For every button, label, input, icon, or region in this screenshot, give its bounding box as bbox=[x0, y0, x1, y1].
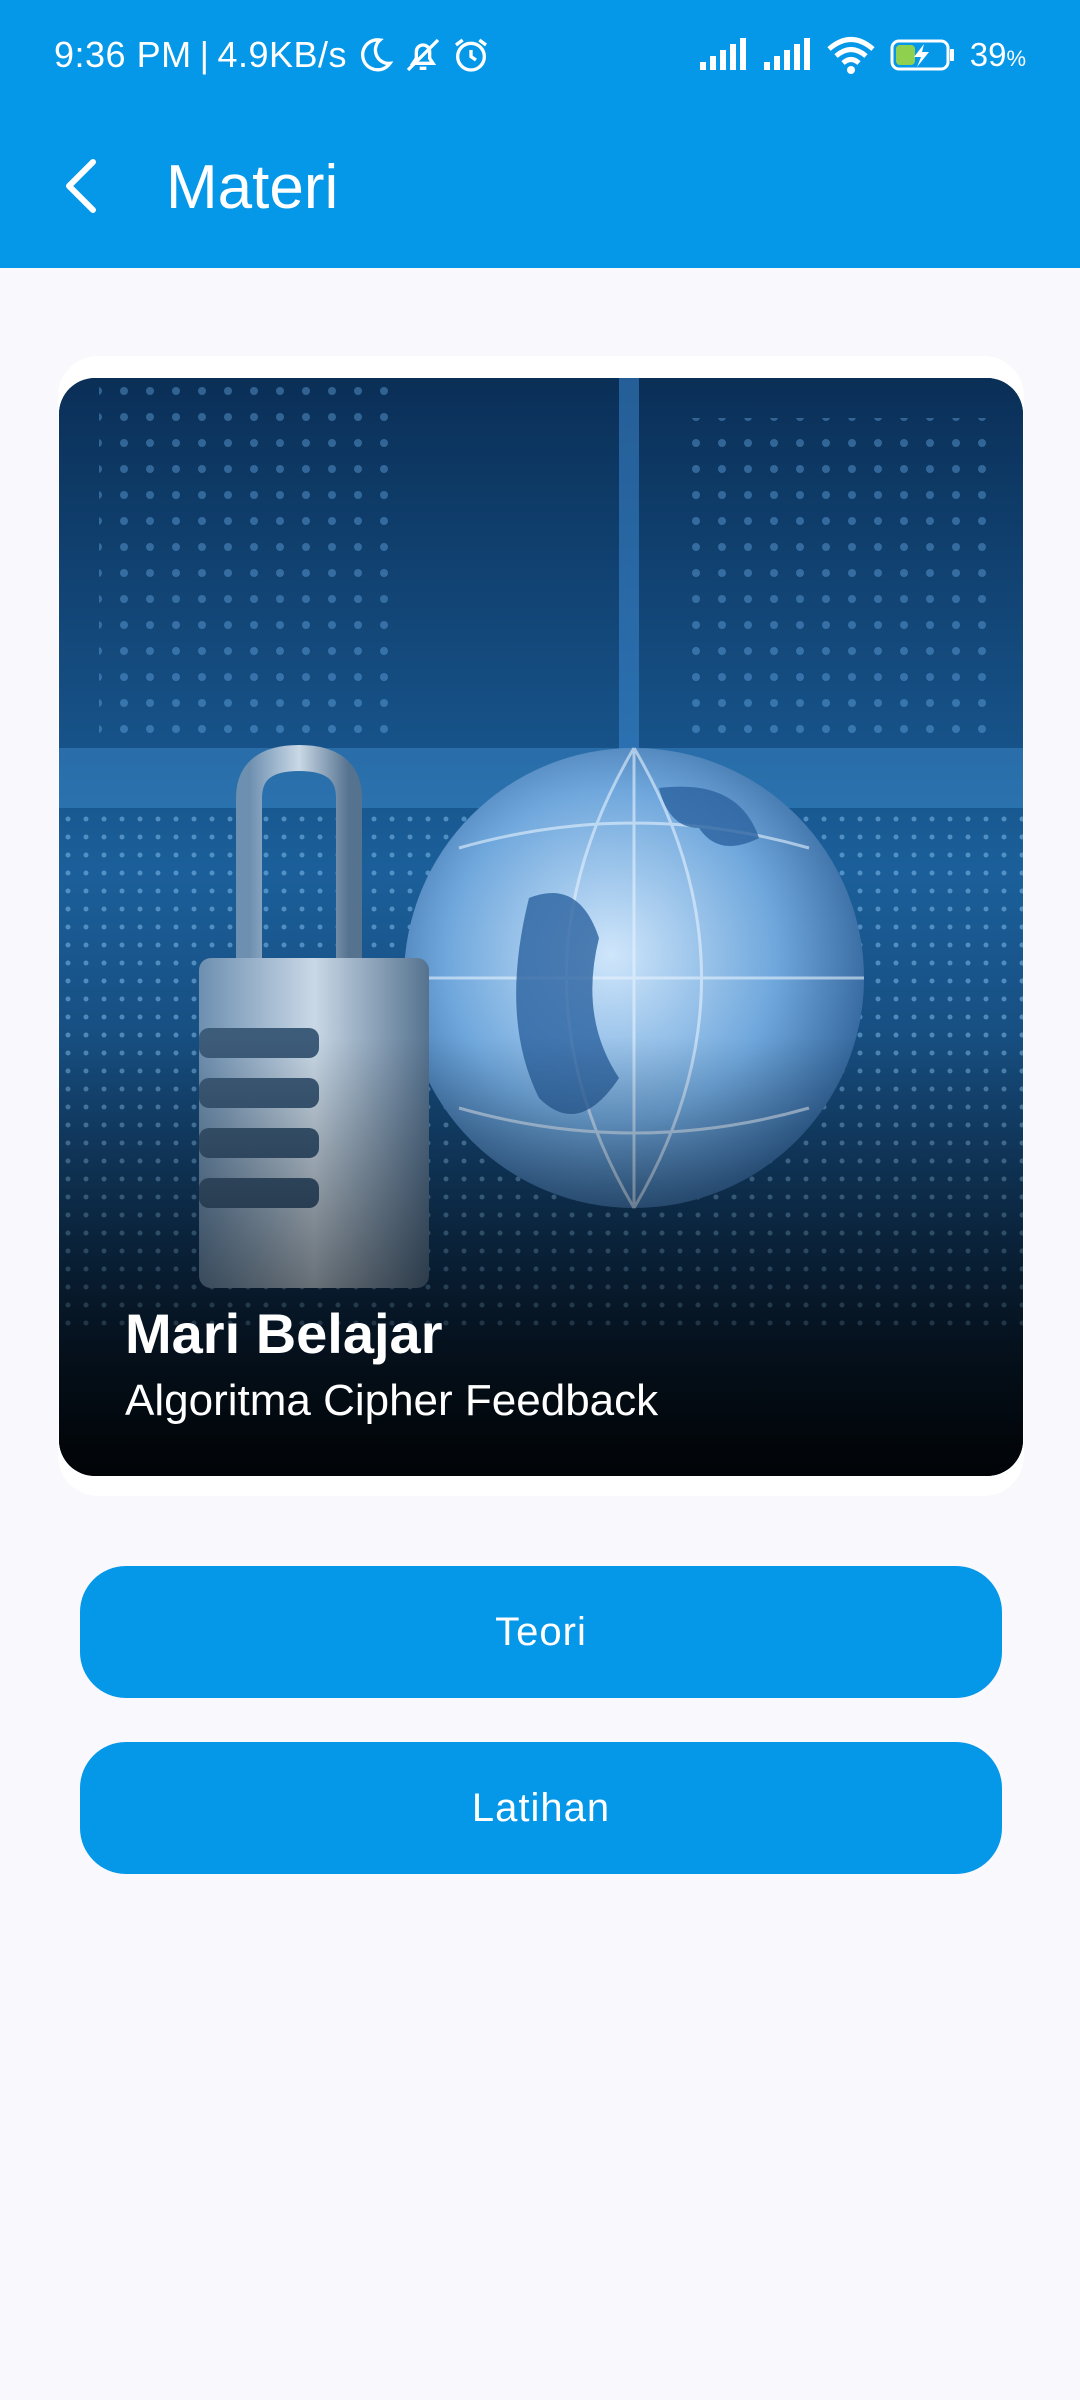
back-button[interactable] bbox=[40, 146, 124, 230]
hero-subtitle: Algoritma Cipher Feedback bbox=[125, 1376, 659, 1425]
battery-percent: 39% bbox=[969, 36, 1026, 73]
bell-off-icon bbox=[403, 35, 443, 75]
hero-card: Mari Belajar Algoritma Cipher Feedback bbox=[59, 378, 1023, 1476]
wifi-icon bbox=[826, 36, 876, 74]
status-bar: 9:36 PM | 4.9KB/s 39% bbox=[0, 0, 1080, 108]
chevron-left-icon bbox=[57, 156, 107, 221]
battery-charging-icon bbox=[890, 38, 956, 72]
latihan-button[interactable]: Latihan bbox=[80, 1742, 1002, 1874]
alarm-icon bbox=[451, 35, 491, 75]
status-time: 9:36 PM bbox=[54, 34, 192, 75]
signal-icon bbox=[698, 38, 748, 72]
teori-button[interactable]: Teori bbox=[80, 1566, 1002, 1698]
signal-icon bbox=[762, 38, 812, 72]
status-separator: | bbox=[199, 34, 210, 75]
app-bar: Materi bbox=[0, 108, 1080, 268]
status-net-speed: 4.9KB/s bbox=[217, 34, 348, 75]
moon-icon bbox=[355, 35, 395, 75]
hero-card-container: Mari Belajar Algoritma Cipher Feedback bbox=[58, 356, 1024, 1496]
status-left: 9:36 PM | 4.9KB/s bbox=[54, 30, 491, 80]
status-right: 39% bbox=[698, 30, 1026, 80]
hero-title: Mari Belajar bbox=[125, 1302, 443, 1365]
page-title: Materi bbox=[166, 153, 339, 222]
hero-text: Mari Belajar Algoritma Cipher Feedback bbox=[125, 1301, 658, 1426]
